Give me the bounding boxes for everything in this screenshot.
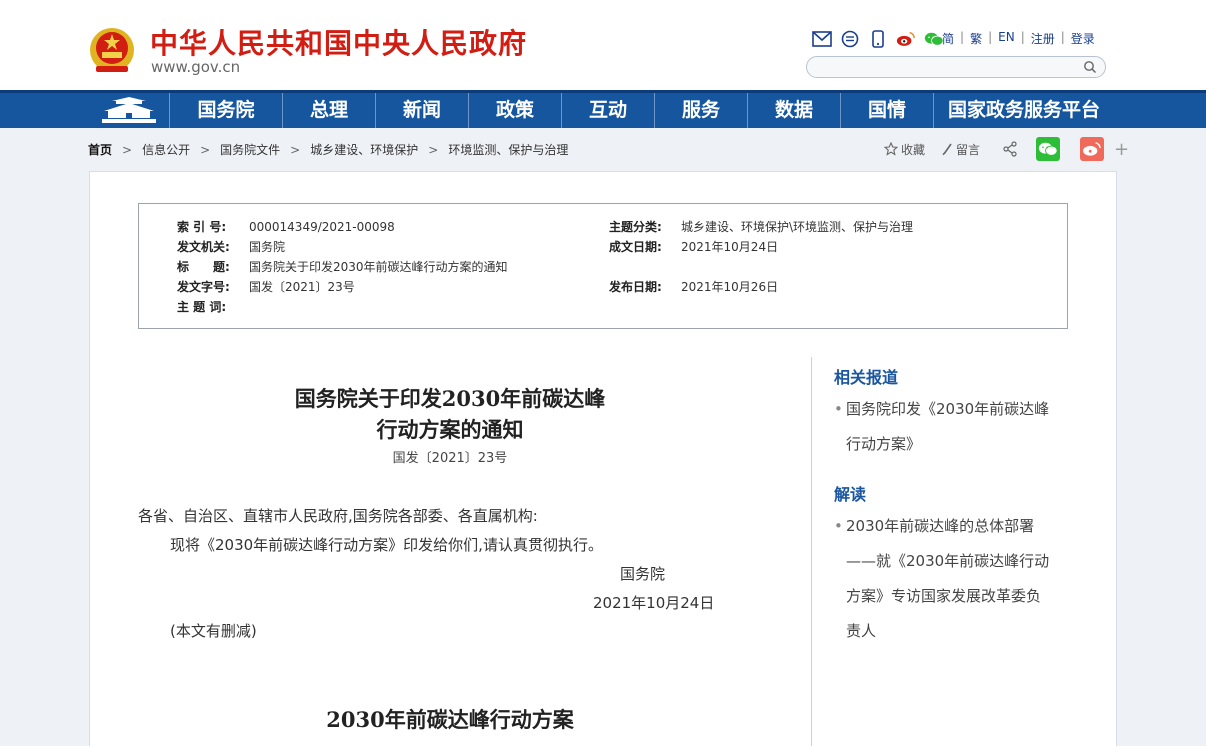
nav-data[interactable]: 数据 — [748, 93, 841, 128]
index-number-label: 索 引 号: — [177, 220, 227, 234]
lang-traditional-link[interactable]: 繁 — [970, 30, 982, 47]
document-metadata-table: 索 引 号: 000014349/2021-00098 主题分类: 城乡建设、环境保… — [138, 203, 1068, 329]
content-panel: 索 引 号: 000014349/2021-00098 主题分类: 城乡建设、环境保… — [89, 171, 1117, 746]
national-emblem-logo[interactable] — [88, 26, 136, 76]
search-input[interactable] — [806, 56, 1106, 78]
issuer-label: 发文机关: — [177, 240, 230, 254]
topic-label: 主题分类: — [609, 220, 662, 234]
article-note: (本文有删减) — [170, 622, 257, 640]
keywords-label: 主 题 词: — [177, 300, 227, 314]
index-number-value: 000014349/2021-00098 — [249, 220, 395, 234]
weibo-icon[interactable] — [896, 29, 916, 49]
title-value: 国务院关于印发2030年前碳达峰行动方案的通知 — [249, 260, 508, 274]
favorite-label: 收藏 — [901, 142, 926, 157]
bullet: • — [834, 517, 843, 535]
wechat-icon[interactable] — [924, 29, 944, 49]
lang-english-link[interactable]: EN — [998, 30, 1015, 47]
plan-title: 2030年前碳达峰行动方案 — [326, 707, 574, 732]
doc-number-label: 发文字号: — [177, 280, 230, 294]
comment-label: 留言 — [956, 142, 981, 157]
related-reports-heading: 相关报道 — [834, 368, 899, 387]
main-nav: 国务院 总理 新闻 政策 互动 服务 数据 国情 国家政务服务平台 — [0, 90, 1206, 128]
search-icon[interactable] — [1083, 60, 1097, 74]
nav-policies[interactable]: 政策 — [469, 93, 562, 128]
chevron-right-icon: > — [122, 142, 133, 157]
nav-services[interactable]: 服务 — [655, 93, 748, 128]
breadcrumb: 首页 > 信息公开 > 国务院文件 > 城乡建设、环境保护 > 环境监测、保护与… — [88, 141, 568, 158]
bullet: • — [834, 400, 843, 418]
nav-premier[interactable]: 总理 — [283, 93, 376, 128]
mail-icon[interactable] — [812, 29, 832, 49]
login-link[interactable]: 登录 — [1071, 30, 1095, 47]
interpretation-line-3: 方案》专访国家发展改革委负 — [846, 587, 1042, 605]
nav-gov-service-platform[interactable]: 国家政务服务平台 — [934, 93, 1114, 128]
article-title-line-2: 行动方案的通知 — [376, 417, 524, 442]
issuer-value: 国务院 — [249, 240, 286, 254]
article-doc-number: 国发〔2021〕23号 — [392, 451, 508, 466]
written-date-value: 2021年10月24日 — [681, 240, 779, 254]
plus-icon[interactable]: + — [1114, 139, 1129, 160]
interpretation-link[interactable]: • 2030年前碳达峰的总体部署 ——就《2030年前碳达峰行动 方案》专访国家发… — [834, 509, 1049, 649]
doc-number-value: 国发〔2021〕23号 — [249, 280, 355, 294]
written-date-label: 成文日期: — [609, 240, 662, 254]
topic-value: 城乡建设、环境保护\环境监测、保护与治理 — [681, 220, 914, 234]
separator: | — [1060, 30, 1065, 44]
related-report-link[interactable]: • 国务院印发《2030年前碳达峰 行动方案》 — [834, 392, 1049, 462]
related-report-line-1: 国务院印发《2030年前碳达峰 — [846, 400, 1050, 418]
site-url: www.gov.cn — [151, 58, 241, 76]
register-link[interactable]: 注册 — [1031, 30, 1055, 47]
site-title[interactable]: 中华人民共和国中央人民政府 — [150, 22, 527, 62]
sidebar-divider — [811, 357, 812, 746]
mobile-icon[interactable] — [868, 29, 888, 49]
lang-simplified-link[interactable]: 简 — [942, 30, 954, 47]
nav-national-info[interactable]: 国情 — [841, 93, 934, 128]
breadcrumb-urban-environment[interactable]: 城乡建设、环境保护 — [310, 141, 418, 158]
weibo-share-icon[interactable] — [1080, 137, 1105, 161]
interpretation-line-1: 2030年前碳达峰的总体部署 — [846, 517, 1035, 535]
interpretation-heading: 解读 — [834, 485, 867, 504]
breadcrumb-state-council-docs[interactable]: 国务院文件 — [220, 141, 280, 158]
tiananmen-icon — [101, 96, 156, 123]
article-body: 现将《2030年前碳达峰行动方案》印发给你们,请认真贯彻执行。 — [170, 536, 603, 554]
published-date-value: 2021年10月26日 — [681, 280, 779, 294]
article-tools: 收藏 留言 + — [884, 137, 1129, 161]
title-label: 标 题: — [177, 260, 230, 274]
related-report-line-2: 行动方案》 — [846, 435, 922, 453]
interpretation-line-4: 责人 — [846, 622, 877, 640]
pencil-icon — [942, 143, 952, 156]
article-date: 2021年10月24日 — [593, 594, 715, 612]
separator: | — [988, 30, 993, 44]
interpretation-line-2: ——就《2030年前碳达峰行动 — [846, 552, 1050, 570]
breadcrumb-home[interactable]: 首页 — [88, 141, 112, 158]
wechat-share-icon[interactable] — [1036, 137, 1061, 161]
nav-news[interactable]: 新闻 — [376, 93, 469, 128]
favorite-button[interactable]: 收藏 — [884, 141, 925, 158]
share-icon[interactable] — [1002, 141, 1018, 157]
star-icon — [884, 142, 898, 156]
breadcrumb-environment-monitoring[interactable]: 环境监测、保护与治理 — [448, 141, 568, 158]
chevron-right-icon: > — [290, 142, 301, 157]
separator: | — [1020, 30, 1025, 44]
article-title: 国务院关于印发2030年前碳达峰 行动方案的通知 — [250, 383, 650, 445]
chevron-right-icon: > — [200, 142, 211, 157]
separator: | — [960, 30, 965, 44]
article-signature: 国务院 — [620, 565, 666, 583]
chevron-right-icon: > — [428, 142, 439, 157]
home-nav-icon[interactable] — [88, 93, 170, 128]
nav-interaction[interactable]: 互动 — [562, 93, 655, 128]
article-title-line-1: 国务院关于印发2030年前碳达峰 — [294, 386, 606, 411]
published-date-label: 发布日期: — [609, 280, 662, 294]
breadcrumb-info-disclosure[interactable]: 信息公开 — [142, 141, 190, 158]
nav-state-council[interactable]: 国务院 — [170, 93, 283, 128]
site-header: 中华人民共和国中央人民政府 www.gov.cn 简 | 繁 | EN | 注册… — [0, 0, 1206, 90]
message-icon[interactable] — [840, 29, 860, 49]
comment-button[interactable]: 留言 — [941, 141, 980, 158]
article-salutation: 各省、自治区、直辖市人民政府,国务院各部委、各直属机构: — [138, 507, 538, 525]
